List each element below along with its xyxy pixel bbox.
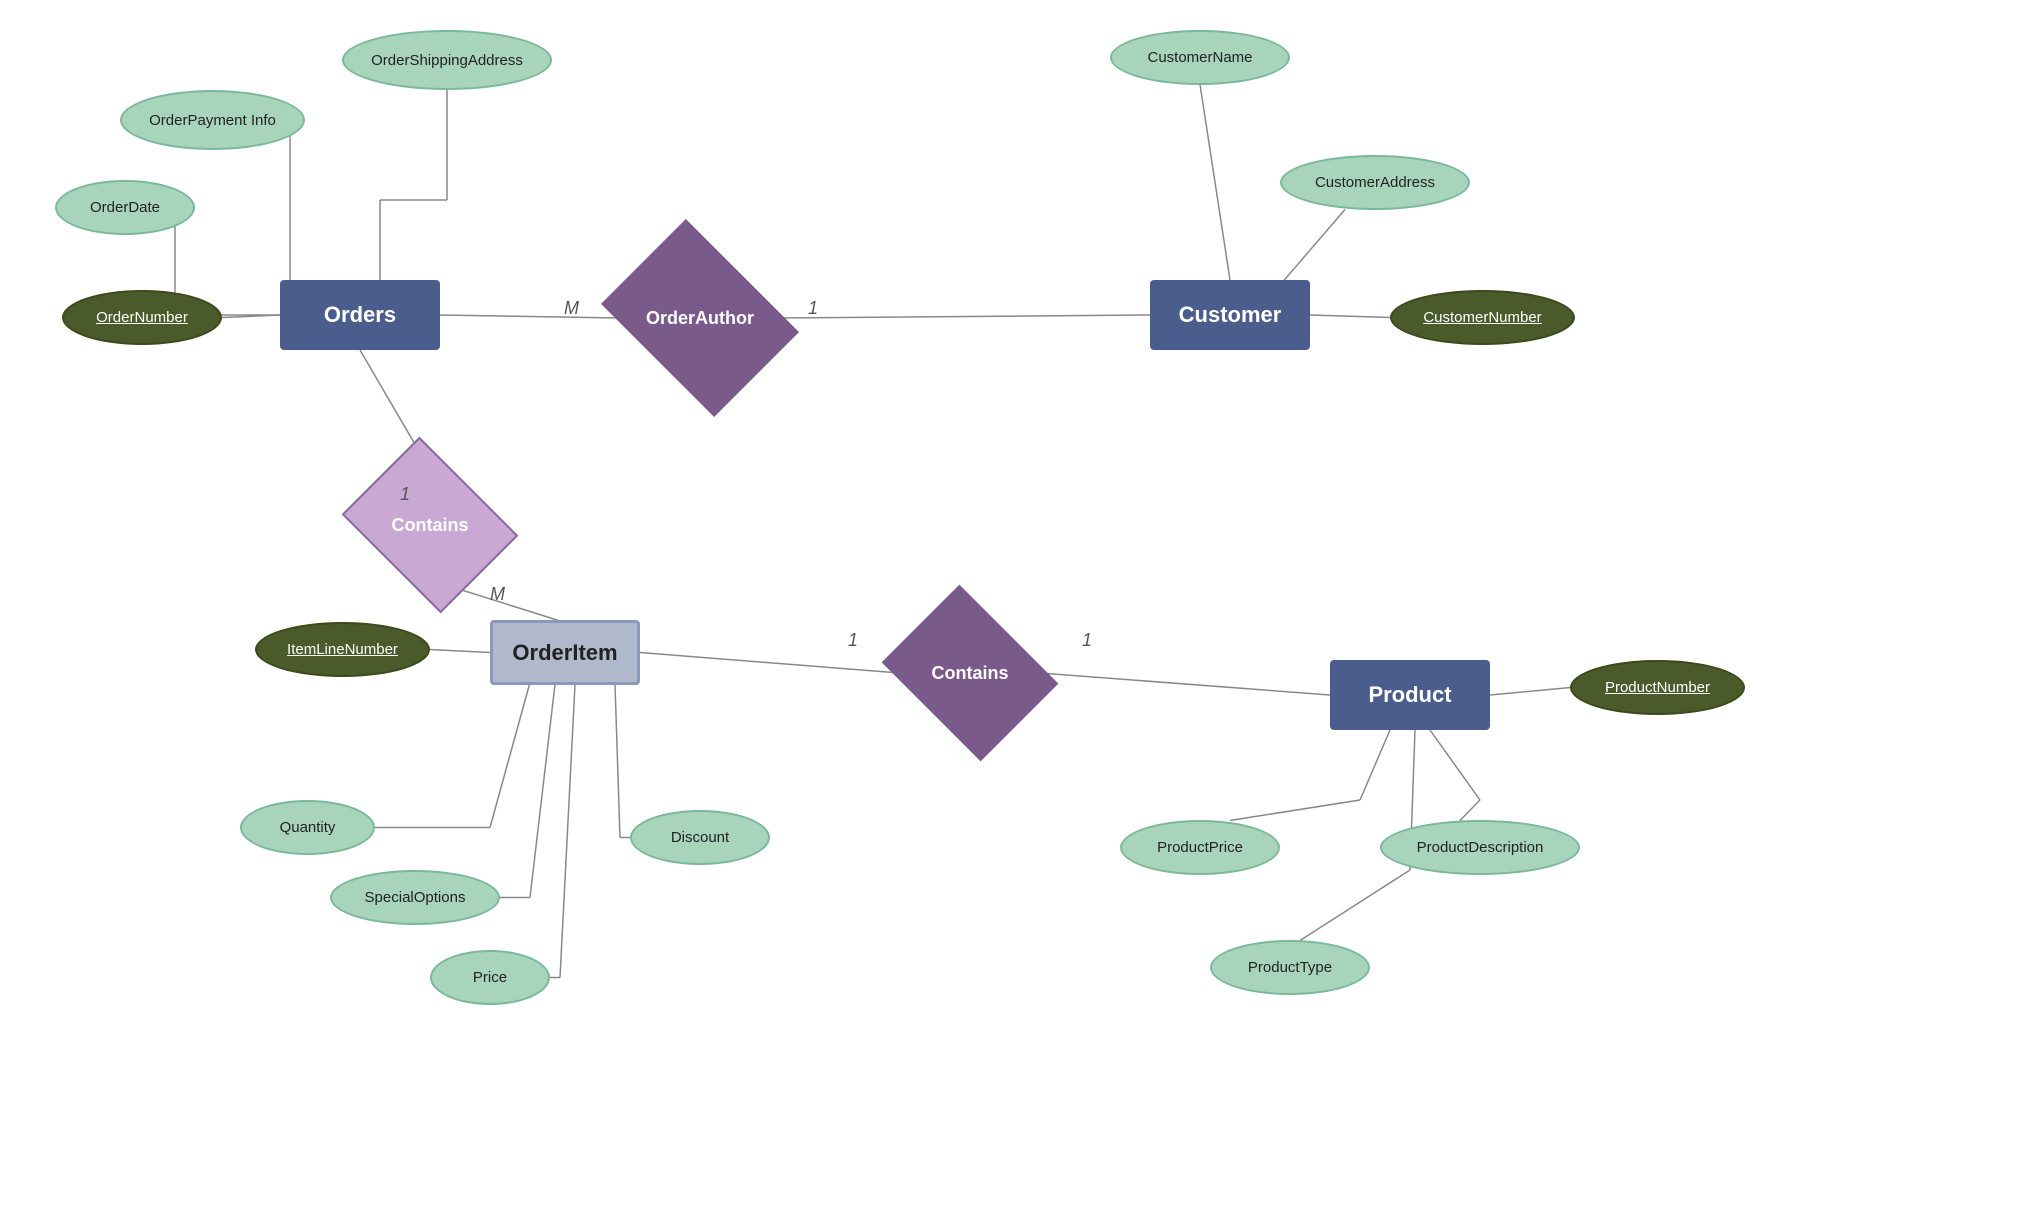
entity-orders: Orders <box>280 280 440 350</box>
cardinality-1: 1 <box>808 298 818 319</box>
cardinality-0: M <box>564 298 579 319</box>
attribute-producttype: ProductType <box>1210 940 1370 995</box>
attribute-productprice: ProductPrice <box>1120 820 1280 875</box>
relationship-contains1: Contains <box>360 470 500 580</box>
entity-product: Product <box>1330 660 1490 730</box>
attribute-customeraddress: CustomerAddress <box>1280 155 1470 210</box>
attribute-orderdate: OrderDate <box>55 180 195 235</box>
cardinality-2: 1 <box>400 484 410 505</box>
attribute-specialoptions: SpecialOptions <box>330 870 500 925</box>
entity-customer: Customer <box>1150 280 1310 350</box>
attribute-orderpaymentinfo: OrderPayment Info <box>120 90 305 150</box>
relationship-contains2: Contains <box>900 618 1040 728</box>
attribute-itemlinenumber: ItemLineNumber <box>255 622 430 677</box>
cardinality-3: M <box>490 584 505 605</box>
attribute-ordernumber: OrderNumber <box>62 290 222 345</box>
relationship-orderauthor: OrderAuthor <box>620 258 780 378</box>
attribute-productdescription: ProductDescription <box>1380 820 1580 875</box>
er-diagram: Orders Customer OrderItem Product OrderAutho… <box>0 0 2036 1216</box>
attribute-discount: Discount <box>630 810 770 865</box>
attribute-customername: CustomerName <box>1110 30 1290 85</box>
attribute-quantity: Quantity <box>240 800 375 855</box>
attribute-customernumber: CustomerNumber <box>1390 290 1575 345</box>
attribute-ordershippingaddress: OrderShippingAddress <box>342 30 552 90</box>
attribute-price: Price <box>430 950 550 1005</box>
attribute-productnumber: ProductNumber <box>1570 660 1745 715</box>
cardinality-5: 1 <box>1082 630 1092 651</box>
entity-orderitem: OrderItem <box>490 620 640 685</box>
cardinality-4: 1 <box>848 630 858 651</box>
